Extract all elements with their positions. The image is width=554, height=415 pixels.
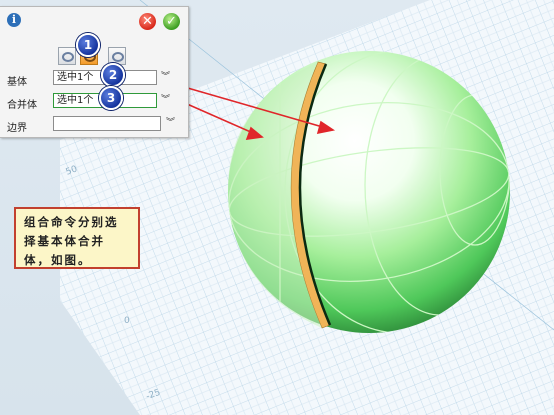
merge-body-label: 合并体 (7, 100, 37, 111)
boundary-label: 边界 (7, 123, 27, 134)
chevron-down-icon[interactable]: ︾ (161, 96, 170, 105)
step-badge-2: 2 (101, 63, 125, 87)
combine-command-panel: i ✕ ✓ 基体 选中1个 ︾ 合并体 选中1个 ︾ 边界 ︾ (0, 6, 189, 138)
boundary-field[interactable] (53, 116, 161, 131)
confirm-icon[interactable]: ✓ (163, 13, 180, 30)
chevron-down-icon[interactable]: ︾ (166, 119, 175, 128)
step-badge-3: 3 (99, 86, 123, 110)
chevron-down-icon[interactable]: ︾ (161, 73, 170, 82)
cancel-icon[interactable]: ✕ (139, 13, 156, 30)
union-mode-icon[interactable] (58, 47, 76, 65)
base-body-label: 基体 (7, 77, 27, 88)
step-badge-1: 1 (76, 33, 100, 57)
info-icon[interactable]: i (7, 13, 21, 27)
axis-tick-label: 0 (124, 316, 130, 326)
instruction-note: 组合命令分别选择基本体合并体，如图。 (14, 207, 140, 269)
